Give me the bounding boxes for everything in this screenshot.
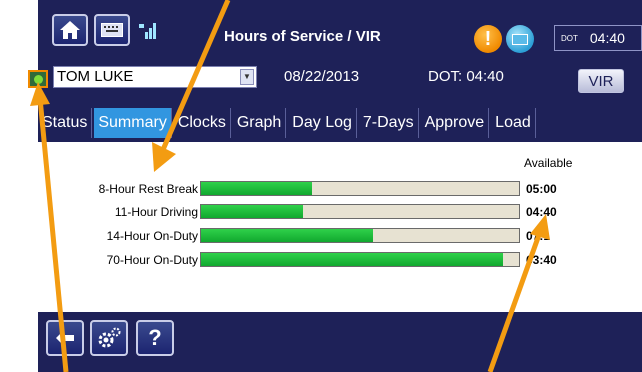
driver-select[interactable]: TOM LUKE ▼ bbox=[53, 66, 257, 88]
progress-fill bbox=[201, 253, 504, 266]
dot-clock-label: DOT bbox=[561, 33, 578, 43]
chevron-down-icon[interactable]: ▼ bbox=[240, 69, 254, 85]
progress-fill bbox=[201, 205, 303, 218]
progress-bar-driving bbox=[200, 204, 520, 219]
tab-graph[interactable]: Graph bbox=[232, 108, 287, 138]
back-icon bbox=[56, 331, 74, 345]
row-value-70-hour: 63:40 bbox=[526, 253, 557, 267]
log-date: 08/22/2013 bbox=[284, 68, 360, 85]
row-label-70-hour: 70-Hour On-Duty bbox=[106, 253, 198, 267]
progress-bar-70-hour bbox=[200, 252, 520, 267]
row-label-driving: 11-Hour Driving bbox=[114, 205, 198, 219]
summary-panel: Available 8-Hour Rest Break 05:00 11-Hou… bbox=[38, 142, 642, 312]
tab-7-days[interactable]: 7-Days bbox=[358, 108, 419, 138]
progress-bar-14-hour bbox=[200, 228, 520, 243]
row-label-14-hour: 14-Hour On-Duty bbox=[106, 229, 198, 243]
progress-bar-rest-break bbox=[200, 181, 520, 196]
settings-icon bbox=[98, 327, 121, 348]
home-button[interactable] bbox=[52, 14, 88, 46]
app-title: Hours of Service / VIR bbox=[224, 28, 381, 45]
progress-fill bbox=[201, 182, 313, 195]
tab-approve[interactable]: Approve bbox=[420, 108, 490, 138]
alert-icon[interactable]: ! bbox=[474, 25, 502, 53]
tab-clocks[interactable]: Clocks bbox=[173, 108, 231, 138]
hos-screen: Hours of Service / VIR ! DOT 04:40 TOM L… bbox=[28, 0, 642, 372]
dot-status: DOT: 04:40 bbox=[428, 68, 504, 85]
keyboard-icon bbox=[101, 23, 123, 37]
dot-clock-value: 04:40 bbox=[589, 30, 625, 46]
tab-day-log[interactable]: Day Log bbox=[288, 108, 357, 138]
driver-name: TOM LUKE bbox=[57, 68, 134, 85]
tab-load[interactable]: Load bbox=[491, 108, 536, 138]
dot-clock: DOT 04:40 bbox=[554, 25, 642, 51]
keyboard-button[interactable] bbox=[94, 14, 130, 46]
help-icon: ? bbox=[148, 325, 162, 350]
back-button[interactable] bbox=[46, 320, 84, 356]
row-value-rest-break: 05:00 bbox=[526, 182, 557, 196]
help-button[interactable]: ? bbox=[136, 320, 174, 356]
settings-button[interactable] bbox=[90, 320, 128, 356]
mail-icon[interactable] bbox=[506, 25, 534, 53]
available-header: Available bbox=[524, 156, 573, 170]
signal-icon bbox=[139, 23, 156, 39]
row-value-14-hour: 07:1 bbox=[526, 229, 551, 243]
tab-status[interactable]: Status bbox=[38, 108, 93, 138]
home-icon bbox=[60, 21, 80, 39]
status-led-icon[interactable] bbox=[28, 70, 48, 88]
tab-summary[interactable]: Summary bbox=[94, 108, 172, 138]
tab-bar: Status Summary Clocks Graph Day Log 7-Da… bbox=[38, 108, 538, 138]
row-value-driving: 04:40 bbox=[526, 205, 557, 219]
row-label-rest-break: 8-Hour Rest Break bbox=[98, 182, 198, 196]
progress-fill bbox=[201, 229, 373, 242]
vir-button[interactable]: VIR bbox=[578, 69, 624, 93]
